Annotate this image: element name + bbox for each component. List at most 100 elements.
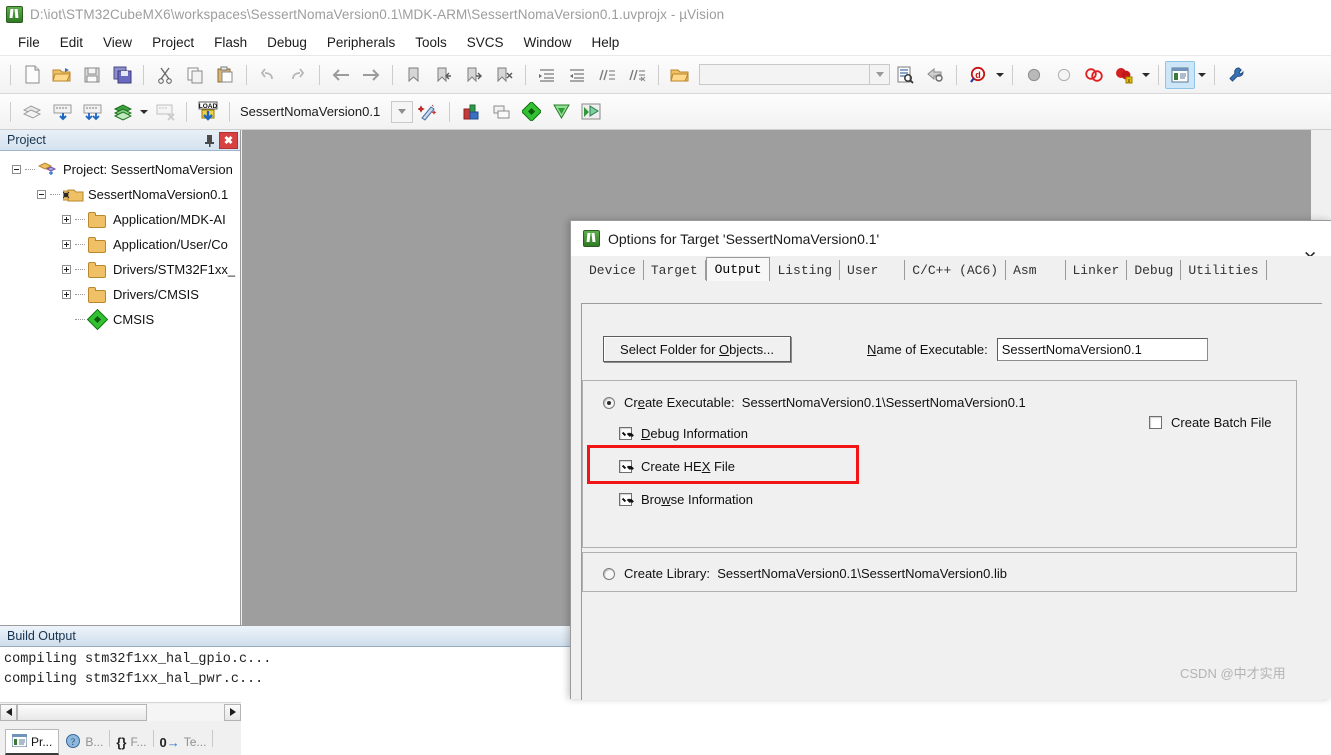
create-batch-file-checkbox[interactable] — [1149, 416, 1162, 429]
menu-debug[interactable]: Debug — [257, 32, 317, 53]
expander-plus-icon[interactable] — [62, 265, 71, 274]
expander-plus-icon[interactable] — [62, 290, 71, 299]
find-combo-input[interactable] — [699, 64, 869, 85]
tab-asm[interactable]: Asm — [1006, 260, 1066, 280]
tab-templates[interactable]: 0→ Te... — [154, 729, 213, 755]
create-library-radio[interactable] — [603, 567, 615, 580]
open-file-icon[interactable] — [47, 61, 77, 89]
outdent-icon[interactable] — [562, 61, 592, 89]
tree-node-cmsis[interactable]: CMSIS — [6, 307, 240, 332]
create-executable-row[interactable]: Create Executable: SessertNomaVersion0.1… — [603, 395, 1026, 410]
uncomment-icon[interactable] — [622, 61, 652, 89]
incremental-find-icon[interactable] — [920, 61, 950, 89]
find-in-files-icon[interactable] — [890, 61, 920, 89]
tree-node-project[interactable]: Project: SessertNomaVersion — [6, 157, 240, 182]
create-batch-file-row[interactable]: Create Batch File — [1149, 415, 1271, 430]
scrollbar-track[interactable] — [147, 703, 224, 721]
tab-utilities[interactable]: Utilities — [1181, 260, 1267, 280]
select-folder-for-objects-button[interactable]: Select Folder for Objects... — [603, 336, 791, 362]
paste-icon[interactable] — [210, 61, 240, 89]
pack-installer-icon[interactable] — [516, 98, 546, 126]
tab-device[interactable]: Device — [582, 260, 644, 280]
scroll-left-arrow-icon[interactable] — [0, 703, 17, 721]
browse-information-row[interactable]: Browse Information — [619, 492, 753, 507]
menu-svcs[interactable]: SVCS — [457, 32, 514, 53]
find-combo-dropdown[interactable] — [869, 64, 890, 85]
window-layout-icon[interactable] — [1165, 60, 1195, 89]
breakpoint-kill-all-icon[interactable] — [1079, 61, 1109, 89]
bookmark-toggle-icon[interactable] — [399, 61, 429, 89]
menu-window[interactable]: Window — [513, 32, 581, 53]
project-horizontal-scrollbar[interactable] — [0, 702, 241, 721]
tab-output[interactable]: Output — [705, 257, 771, 281]
tab-books[interactable]: ? B... — [59, 729, 109, 755]
bookmark-clear-icon[interactable] — [489, 61, 519, 89]
tab-user[interactable]: User — [840, 260, 906, 280]
batch-build-caret[interactable] — [137, 99, 150, 125]
expander-plus-icon[interactable] — [62, 240, 71, 249]
search-dropdown-caret[interactable] — [993, 62, 1006, 88]
indent-icon[interactable] — [532, 61, 562, 89]
new-file-icon[interactable] — [17, 61, 47, 89]
tree-node-drivers-cmsis[interactable]: Drivers/CMSIS — [6, 282, 240, 307]
menu-project[interactable]: Project — [142, 32, 204, 53]
tree-node-target[interactable]: SessertNomaVersion0.1 — [6, 182, 240, 207]
tab-listing[interactable]: Listing — [770, 260, 841, 280]
menu-tools[interactable]: Tools — [405, 32, 457, 53]
save-icon[interactable] — [77, 61, 107, 89]
expander-minus-icon[interactable] — [37, 190, 46, 199]
breakpoint-disable-icon[interactable] — [1049, 61, 1079, 89]
scroll-right-arrow-icon[interactable] — [224, 703, 241, 721]
translate-icon[interactable] — [17, 98, 47, 126]
breakpoint-disable-all-icon[interactable]: x — [1109, 61, 1139, 89]
tab-linker[interactable]: Linker — [1066, 260, 1128, 280]
copy-icon[interactable] — [180, 61, 210, 89]
save-all-icon[interactable] — [107, 61, 137, 89]
stop-build-icon[interactable] — [150, 98, 180, 126]
tab-cpp-ac6[interactable]: C/C++ (AC6) — [905, 260, 1007, 280]
window-layout-caret[interactable] — [1195, 62, 1208, 88]
menu-help[interactable]: Help — [582, 32, 630, 53]
redo-icon[interactable] — [283, 61, 313, 89]
menu-edit[interactable]: Edit — [50, 32, 93, 53]
cut-icon[interactable] — [150, 61, 180, 89]
navigate-back-icon[interactable] — [326, 61, 356, 89]
search-magnifier-icon[interactable]: d — [963, 61, 993, 89]
multi-project-icon[interactable] — [486, 98, 516, 126]
breakpoint-insert-icon[interactable] — [1019, 61, 1049, 89]
tree-node-application-mdk[interactable]: Application/MDK-AI — [6, 207, 240, 232]
download-load-icon[interactable]: LOAD — [193, 98, 223, 126]
batch-build-icon[interactable] — [107, 98, 137, 126]
tab-debug[interactable]: Debug — [1127, 260, 1182, 280]
debug-information-checkbox[interactable] — [619, 427, 632, 440]
scrollbar-thumb[interactable] — [17, 703, 147, 721]
create-library-row[interactable]: Create Library: SessertNomaVersion0.1\Se… — [603, 566, 1007, 581]
manage-components-icon[interactable] — [576, 98, 606, 126]
bookmark-prev-icon[interactable] — [429, 61, 459, 89]
tab-functions[interactable]: {} F... — [110, 729, 152, 755]
build-icon[interactable] — [47, 98, 77, 126]
open-folder-icon[interactable] — [665, 61, 695, 89]
comment-icon[interactable] — [592, 61, 622, 89]
target-combo-value[interactable]: SessertNomaVersion0.1 — [236, 101, 391, 123]
configure-wrench-icon[interactable] — [1221, 61, 1251, 89]
tab-target[interactable]: Target — [644, 260, 706, 280]
menu-file[interactable]: File — [8, 32, 50, 53]
rebuild-icon[interactable] — [77, 98, 107, 126]
pin-icon[interactable] — [199, 131, 219, 149]
manage-runtime-env-icon[interactable] — [546, 98, 576, 126]
tree-node-application-user[interactable]: Application/User/Co — [6, 232, 240, 257]
bookmark-next-icon[interactable] — [459, 61, 489, 89]
target-dropdown-caret[interactable] — [391, 100, 413, 123]
close-icon[interactable]: ✖ — [219, 131, 238, 149]
breakpoint-dropdown-caret[interactable] — [1139, 62, 1152, 88]
debug-information-row[interactable]: Debug Information — [619, 426, 748, 441]
menu-flash[interactable]: Flash — [204, 32, 257, 53]
manage-project-items-icon[interactable] — [456, 98, 486, 126]
expander-plus-icon[interactable] — [62, 215, 71, 224]
create-executable-radio[interactable] — [603, 396, 615, 409]
menu-view[interactable]: View — [93, 32, 142, 53]
tab-project[interactable]: Pr... — [5, 729, 60, 755]
expander-minus-icon[interactable] — [12, 165, 21, 174]
menu-peripherals[interactable]: Peripherals — [317, 32, 405, 53]
